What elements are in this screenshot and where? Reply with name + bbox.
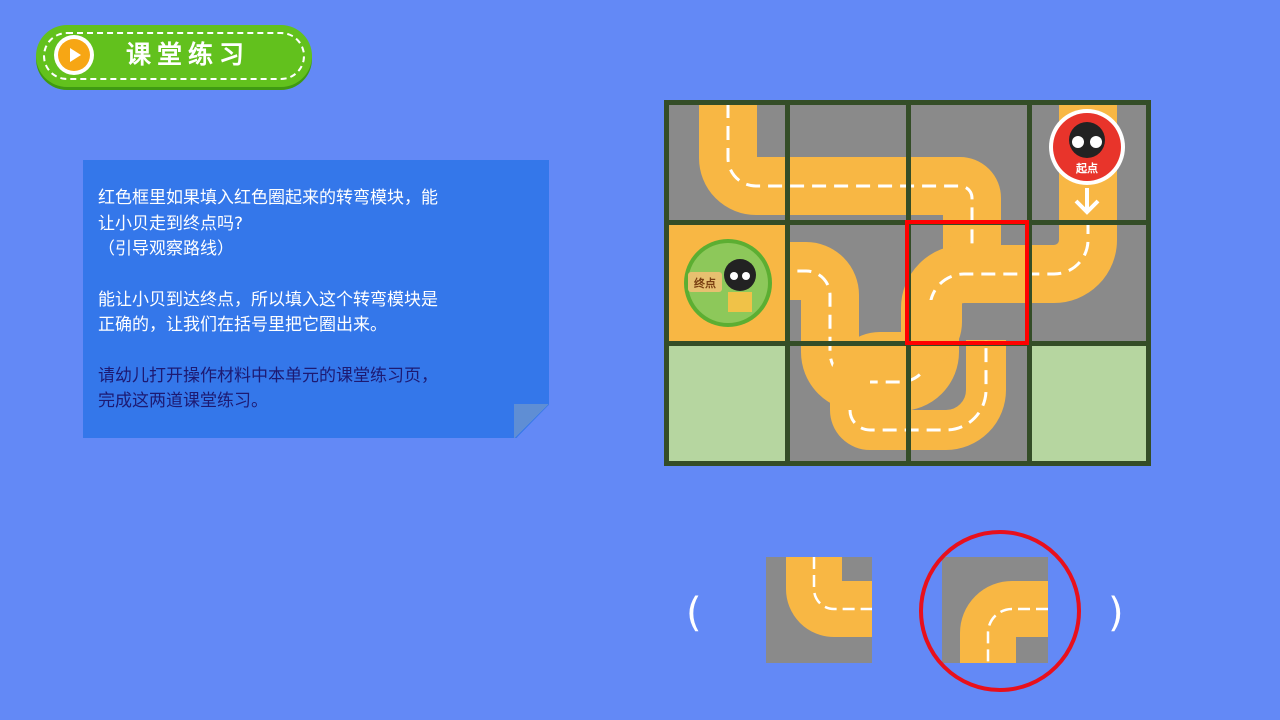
section-badge: 课堂练习 bbox=[36, 25, 312, 87]
question-line-1: 红色框里如果填入红色圈起来的转弯模块，能 bbox=[98, 188, 438, 208]
grass-tile-right bbox=[1029, 344, 1147, 462]
hint-line: （引导观察路线） bbox=[98, 239, 234, 259]
open-paren: ( bbox=[686, 590, 702, 636]
play-icon[interactable] bbox=[54, 35, 94, 75]
instruction-text: 红色框里如果填入红色圈起来的转弯模块，能 让小贝走到终点吗? （引导观察路线） … bbox=[98, 186, 538, 415]
note-line-2: 完成这两道课堂练习。 bbox=[98, 391, 268, 411]
selected-circle bbox=[919, 530, 1081, 692]
end-marker: 终点 bbox=[684, 239, 772, 327]
end-label: 终点 bbox=[694, 276, 716, 290]
card-page-curl bbox=[514, 404, 549, 438]
answer-line-1: 能让小贝到达终点，所以填入这个转弯模块是 bbox=[98, 289, 438, 310]
question-line-2: 让小贝走到终点吗? bbox=[98, 213, 244, 234]
section-title: 课堂练习 bbox=[126, 40, 251, 69]
start-marker: 起点 bbox=[1049, 109, 1125, 185]
road-puzzle-board: 起点 终点 bbox=[664, 100, 1151, 466]
grass-tile-left bbox=[668, 344, 787, 462]
close-paren: ) bbox=[1108, 590, 1124, 636]
turn-tile-option-1[interactable] bbox=[766, 557, 872, 663]
start-label: 起点 bbox=[1075, 161, 1098, 175]
instruction-card: 红色框里如果填入红色圈起来的转弯模块，能 让小贝走到终点吗? （引导观察路线） … bbox=[83, 160, 549, 438]
answer-line-2: 正确的，让我们在括号里把它圈出来。 bbox=[98, 315, 387, 335]
note-line-1: 请幼儿打开操作材料中本单元的课堂练习页， bbox=[98, 365, 438, 386]
